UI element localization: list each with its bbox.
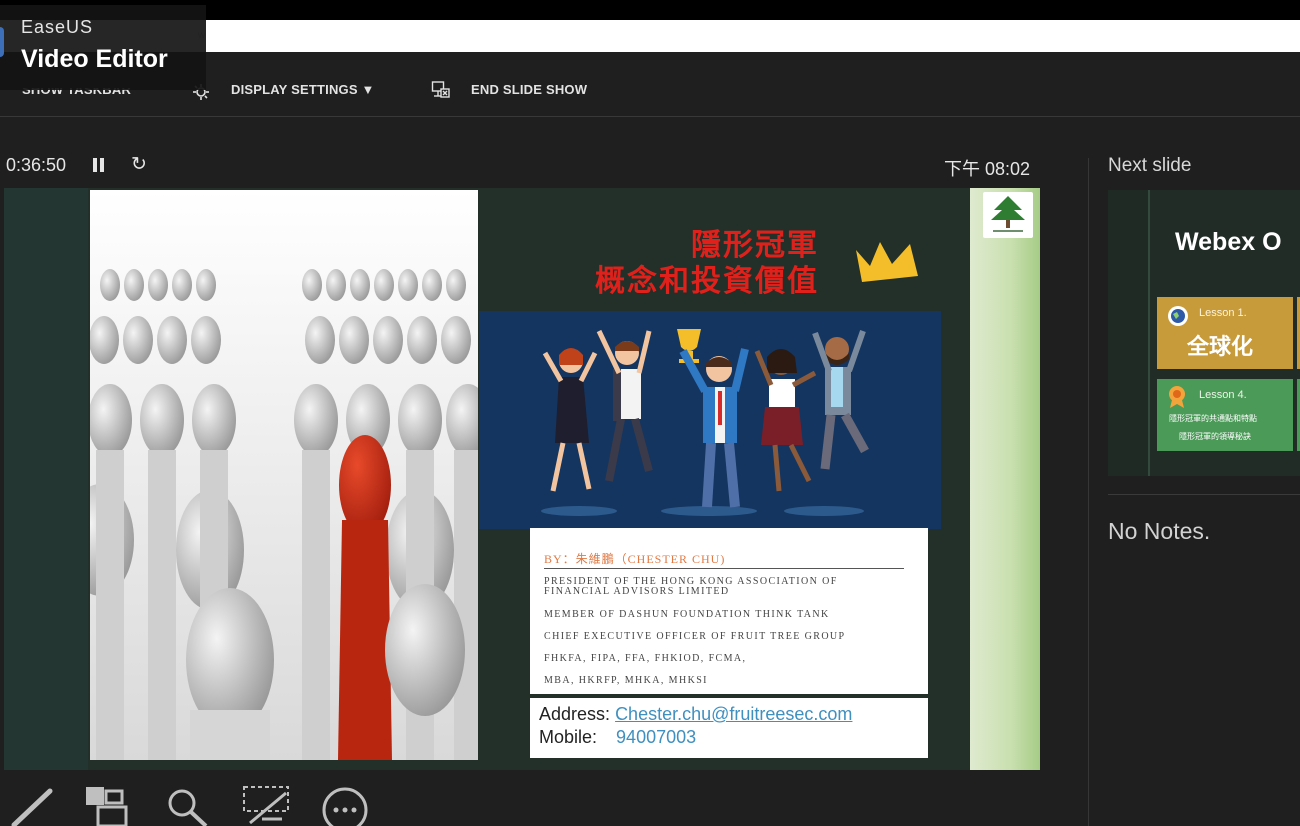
restart-icon[interactable]: ↻ (131, 153, 147, 176)
celebration-illustration (479, 311, 941, 529)
slide-title-line2: 概念和投資價值 (595, 264, 819, 299)
elapsed-timer: 0:36:50 (6, 155, 67, 175)
email-link[interactable]: Chester.chu@fruitreesec.com (615, 704, 852, 724)
watermark-brand: EaseUS (21, 17, 94, 37)
slides-grid-icon[interactable] (84, 785, 132, 826)
speaker-notes: No Notes. (1108, 518, 1211, 544)
clock: 下午 08:02 (944, 159, 1031, 179)
mobile-label: Mobile: (539, 727, 598, 747)
watermark-badge: EaseUS Video Editor (0, 5, 206, 90)
notes-separator (1108, 494, 1300, 495)
monitor-icon (431, 81, 450, 98)
mobile-number: 94007003 (616, 727, 697, 747)
credential-line: FINANCIAL ADVISORS LIMITED (544, 586, 730, 597)
credential-line: CHIEF EXECUTIVE OFFICER OF FRUIT TREE GR… (544, 631, 846, 642)
zoom-icon[interactable] (164, 787, 212, 826)
speaker-name: BY：朱維鵬（CHESTER CHU) (544, 552, 726, 566)
lesson-card-1: Lesson 1. 全球化 (1157, 297, 1293, 369)
speaker-bio: BY：朱維鵬（CHESTER CHU) PRESIDENT OF THE HON… (530, 528, 928, 694)
crowd-image (90, 190, 478, 760)
lesson-1-number: Lesson 1. (1199, 307, 1247, 319)
pause-icon[interactable] (92, 156, 106, 174)
next-slide-thumbnail[interactable]: Webex O Lesson 1. 全球化 Lesson 4. 隱形冠軍的共通點… (1108, 190, 1300, 476)
address-label: Address: (539, 704, 611, 724)
subtitle-icon[interactable] (242, 785, 292, 826)
display-settings-button[interactable]: DISPLAY SETTINGS ▼ (231, 82, 375, 97)
contact-box: Address: Chester.chu@fruitreesec.com Mob… (530, 698, 928, 758)
pen-icon[interactable] (6, 785, 54, 826)
next-slide-label: Next slide (1108, 155, 1192, 176)
current-slide: 隱形冠軍 概念和投資價值 BY：朱維鵬（CHESTER CHU) PRESIDE… (4, 188, 1040, 770)
lesson-1-text: 全球化 (1187, 335, 1254, 360)
next-slide-title: Webex O (1175, 228, 1282, 256)
slide-left-band (4, 188, 88, 770)
slide-right-gradient (970, 188, 1040, 770)
lesson-card-4: Lesson 4. 隱形冠軍的共通點和特點 隱形冠軍的領導秘訣 (1157, 379, 1293, 451)
medal-icon (1169, 386, 1185, 408)
watermark-product: Video Editor (21, 45, 168, 73)
presenter-tools (0, 775, 1040, 826)
panel-divider (1088, 158, 1089, 826)
credential-line: MBA, HKRFP, MHKA, MHKSI (544, 675, 708, 686)
lesson-4-line2: 隱形冠軍的領導秘訣 (1179, 432, 1251, 441)
bio-divider (544, 568, 904, 569)
credential-line: FHKFA, FIPA, FFA, FHKIOD, FCMA, (544, 653, 747, 664)
crown-icon (856, 242, 918, 282)
next-slide-band (1108, 190, 1150, 476)
lesson-4-number: Lesson 4. (1199, 389, 1247, 401)
watermark-logo-edge (0, 27, 4, 57)
lesson-4-line1: 隱形冠軍的共通點和特點 (1169, 414, 1257, 423)
end-slide-show-button[interactable]: END SLIDE SHOW (471, 82, 587, 97)
more-options-icon[interactable] (322, 787, 370, 826)
fruit-tree-logo (983, 192, 1033, 238)
globe-icon (1168, 306, 1188, 326)
credential-line: MEMBER OF DASHUN FOUNDATION THINK TANK (544, 609, 830, 620)
